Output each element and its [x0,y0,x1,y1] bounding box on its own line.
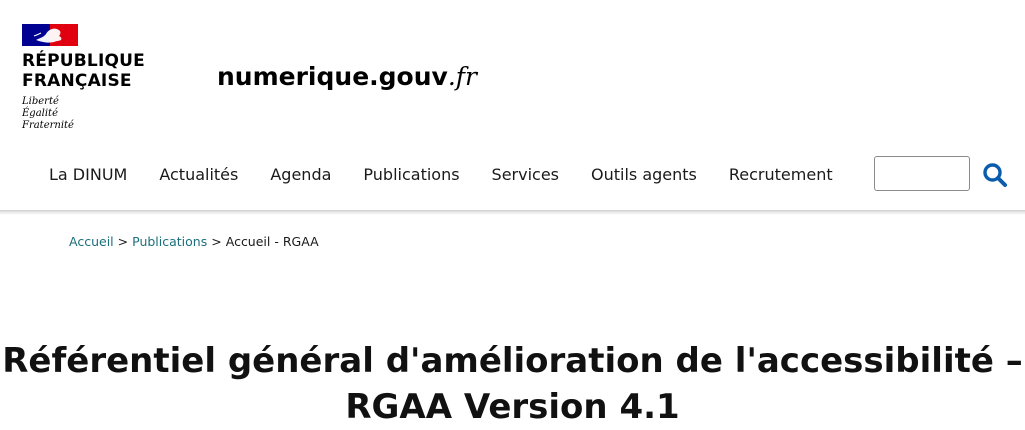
motto-liberte: Liberté [22,96,59,107]
breadcrumb-current: Accueil - RGAA [225,234,319,249]
nav-item-agenda[interactable]: Agenda [254,160,347,190]
motto: Liberté Égalité Fraternité [22,96,162,132]
search-icon [983,163,1007,187]
site-header: RÉPUBLIQUE FRANÇAISE Liberté Égalité Fra… [0,0,1025,215]
motto-fraternite: Fraternité [22,120,74,131]
breadcrumb-publications[interactable]: Publications [132,234,207,249]
nav-item-services[interactable]: Services [476,160,575,190]
rf-title-line2: FRANÇAISE [22,71,132,91]
site-tld: .fr [447,62,477,91]
search-input[interactable] [874,156,970,191]
nav-item-recrutement[interactable]: Recrutement [713,160,849,190]
nav-item-la-dinum[interactable]: La DINUM [33,160,143,190]
nav-item-publications[interactable]: Publications [347,160,475,190]
rf-title-line1: RÉPUBLIQUE [22,51,145,71]
page-title-line1: Référentiel général d'amélioration de l'… [2,340,1023,381]
main-nav: La DINUM Actualités Agenda Publications … [33,160,849,190]
nav-item-actualites[interactable]: Actualités [143,160,254,190]
marianne-profile-icon [33,28,62,43]
breadcrumb-separator: > [117,234,129,249]
breadcrumb-accueil[interactable]: Accueil [69,234,114,249]
breadcrumb-separator: > [211,234,222,249]
page-title-line2: RGAA Version 4.1 [345,386,680,427]
page-title: Référentiel général d'amélioration de l'… [0,338,1025,430]
motto-egalite: Égalité [22,108,58,119]
search-button[interactable] [980,160,1010,190]
republique-francaise-logo[interactable]: RÉPUBLIQUE FRANÇAISE Liberté Égalité Fra… [22,24,162,132]
breadcrumb: Accueil > Publications > Accueil - RGAA [69,234,319,249]
site-name: numerique.gouv [217,62,448,91]
site-name-link[interactable]: numerique.gouv.fr [217,62,477,91]
nav-item-outils-agents[interactable]: Outils agents [575,160,713,190]
marianne-flag-icon [22,24,78,46]
header-shadow [0,210,1025,215]
